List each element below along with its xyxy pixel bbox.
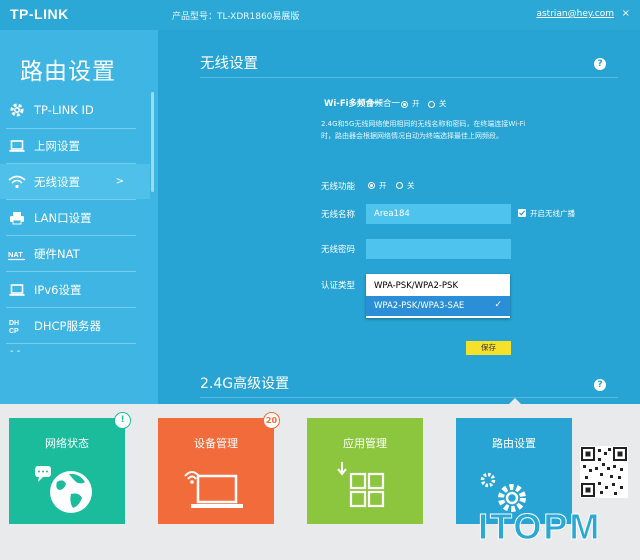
account-link[interactable]: astrian@hey.com xyxy=(536,9,614,19)
sidebar-item-ipv6[interactable]: IPv6设置 xyxy=(0,272,150,307)
help-icon[interactable]: ? xyxy=(594,58,606,70)
sidebar-more-indicator: - - xyxy=(10,346,21,357)
ssid-input[interactable]: Area184 xyxy=(366,204,511,224)
main-panel: 无线设置 ? Wi-Fi多频合一 多频合一 开 关 2.4G和5G无线网络使用相… xyxy=(158,30,640,404)
sidebar: 路由设置 TP-LINK ID 上网设置 无线设置 > LAN口设置 NAT 硬… xyxy=(0,30,158,404)
laptop-icon xyxy=(8,281,26,299)
laptop-icon xyxy=(8,137,26,155)
tile-app-management[interactable]: 应用管理 xyxy=(307,418,423,524)
broadcast-checkbox[interactable] xyxy=(518,209,526,217)
sidebar-item-tplink-id[interactable]: TP-LINK ID xyxy=(0,92,150,127)
section-title-advanced: 2.4G高级设置 xyxy=(200,376,290,392)
sidebar-item-label: 上网设置 xyxy=(34,138,80,153)
help-icon[interactable]: ? xyxy=(594,379,606,391)
device-count-badge: 20 xyxy=(263,412,280,429)
divider xyxy=(200,397,618,398)
multiband-on-label: 开 xyxy=(412,99,420,108)
wireless-on-radio[interactable] xyxy=(368,182,375,189)
broadcast-label: 开启无线广播 xyxy=(530,209,575,218)
sidebar-item-dhcp[interactable]: DH CP DHCP服务器 xyxy=(0,308,150,343)
save-button[interactable]: 保存 xyxy=(466,341,511,355)
multiband-suffix: 多频合一 xyxy=(366,99,401,109)
laptop-wifi-icon xyxy=(184,471,243,508)
multiband-off-radio[interactable] xyxy=(428,101,435,108)
close-icon[interactable]: × xyxy=(622,8,630,19)
divider xyxy=(6,343,136,344)
svg-text:NAT: NAT xyxy=(8,250,23,259)
password-label: 无线密码 xyxy=(321,245,356,255)
svg-text:DH: DH xyxy=(9,320,19,327)
multiband-description: 2.4G和5G无线网络使用相同的无线名称和密码，在终端连接Wi-Fi时，路由器会… xyxy=(321,120,526,140)
tp-link-logo: TP-LINK xyxy=(10,6,69,22)
chevron-right-icon: > xyxy=(115,176,124,187)
sidebar-title: 路由设置 xyxy=(20,59,116,85)
ssid-label: 无线名称 xyxy=(321,210,356,220)
tile-label: 应用管理 xyxy=(343,437,387,450)
tile-label: 网络状态 xyxy=(45,437,89,450)
section-title-wireless: 无线设置 xyxy=(200,56,258,72)
sidebar-scrollbar[interactable] xyxy=(151,92,154,192)
sidebar-item-lan[interactable]: LAN口设置 xyxy=(0,200,150,235)
wireless-off-label: 关 xyxy=(407,181,415,190)
multiband-on-radio[interactable] xyxy=(401,101,408,108)
sidebar-item-wireless[interactable]: 无线设置 > xyxy=(0,164,150,199)
tile-label: 设备管理 xyxy=(194,437,238,450)
printer-icon xyxy=(8,209,26,227)
nat-icon: NAT xyxy=(8,245,26,263)
auth-option[interactable]: WPA-PSK/WPA2-PSK xyxy=(366,276,510,296)
auth-option-selected[interactable]: WPA2-PSK/WPA3-SAE ✓ xyxy=(366,296,510,316)
itopm-watermark: ITOPM xyxy=(477,506,602,548)
qr-code xyxy=(580,446,628,498)
alert-badge: ! xyxy=(114,412,131,429)
gear-icon xyxy=(8,101,26,119)
tile-device-management[interactable]: 设备管理 xyxy=(158,418,274,524)
tile-network-status[interactable]: 网络状态 xyxy=(9,418,125,524)
apps-icon xyxy=(337,462,385,508)
svg-text:CP: CP xyxy=(9,328,19,335)
sidebar-item-label: LAN口设置 xyxy=(34,210,92,225)
sidebar-item-label: IPv6设置 xyxy=(34,282,82,297)
multiband-off-label: 关 xyxy=(439,99,447,108)
auth-type-label: 认证类型 xyxy=(321,281,356,291)
wifi-icon xyxy=(8,173,26,191)
divider xyxy=(200,77,618,78)
sidebar-item-internet[interactable]: 上网设置 xyxy=(0,128,150,163)
top-bar: TP-LINK 产品型号：TL-XDR1860易展版 astrian@hey.c… xyxy=(0,0,640,30)
product-model: 产品型号：TL-XDR1860易展版 xyxy=(172,12,300,22)
check-icon: ✓ xyxy=(494,300,502,310)
sidebar-item-label: 无线设置 xyxy=(34,174,80,189)
wireless-on-label: 开 xyxy=(379,181,387,190)
sidebar-item-hardware-nat[interactable]: NAT 硬件NAT xyxy=(0,236,150,271)
dhcp-icon: DH CP xyxy=(8,317,26,335)
wireless-function-label: 无线功能 xyxy=(321,182,356,192)
sidebar-item-label: TP-LINK ID xyxy=(34,102,94,117)
wireless-off-radio[interactable] xyxy=(396,182,403,189)
globe-icon xyxy=(35,466,92,513)
sidebar-item-label: DHCP服务器 xyxy=(34,318,101,333)
auth-type-dropdown[interactable]: WPA-PSK/WPA2-PSK WPA2-PSK/WPA3-SAE ✓ xyxy=(366,274,510,318)
password-input[interactable] xyxy=(366,239,511,259)
tile-label: 路由设置 xyxy=(492,437,536,450)
sidebar-item-label: 硬件NAT xyxy=(34,246,80,261)
